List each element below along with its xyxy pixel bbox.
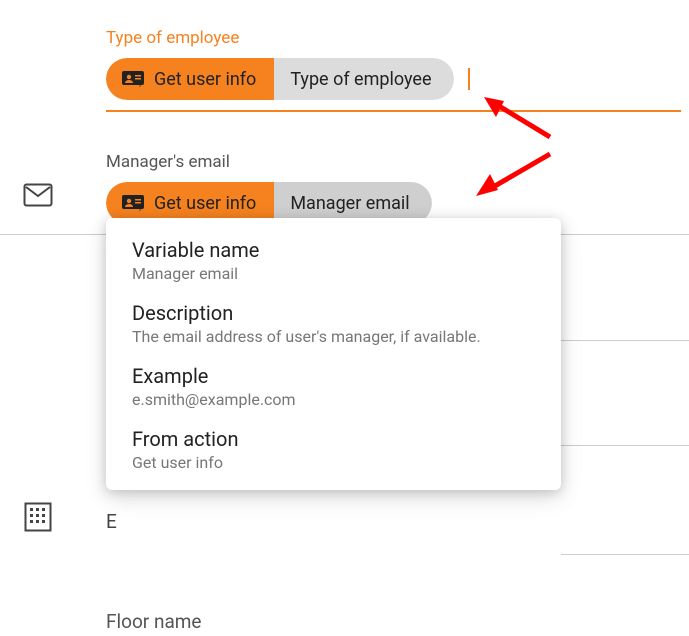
divider-line bbox=[561, 234, 689, 235]
field-label-managers-email: Manager's email bbox=[106, 152, 681, 172]
contact-card-icon: i bbox=[122, 195, 144, 211]
text-cursor bbox=[468, 68, 470, 90]
popup-description-label: Description bbox=[132, 301, 535, 325]
pill-action-label: Get user info bbox=[154, 193, 256, 214]
divider-line bbox=[561, 340, 689, 341]
divider-line bbox=[561, 445, 689, 446]
annotation-arrow-icon bbox=[480, 95, 560, 145]
popup-example-label: Example bbox=[132, 364, 535, 388]
variable-pill-type-of-employee[interactable]: i Get user info Type of employee bbox=[106, 58, 454, 100]
popup-fromaction-label: From action bbox=[132, 427, 535, 451]
contact-card-icon: i bbox=[122, 71, 144, 87]
svg-text:i: i bbox=[139, 82, 141, 87]
pill-variable-label: Manager email bbox=[290, 193, 409, 214]
svg-text:i: i bbox=[139, 206, 141, 211]
field-label-type-of-employee: Type of employee bbox=[106, 28, 681, 48]
annotation-arrow-icon bbox=[470, 148, 560, 203]
popup-example-value: e.smith@example.com bbox=[132, 390, 535, 409]
field-underline bbox=[106, 110, 681, 112]
popup-description-value: The email address of user's manager, if … bbox=[132, 327, 535, 346]
popup-varname-label: Variable name bbox=[132, 238, 535, 262]
field-label-floor-name: Floor name bbox=[106, 610, 202, 633]
partial-text: E bbox=[106, 510, 117, 533]
building-icon bbox=[20, 502, 56, 532]
variable-info-popup: Variable name Manager email Description … bbox=[106, 218, 561, 490]
divider-line bbox=[0, 234, 106, 235]
popup-fromaction-value: Get user info bbox=[132, 453, 535, 472]
divider-line bbox=[561, 554, 689, 555]
pill-action-label: Get user info bbox=[154, 69, 256, 90]
pill-variable-label: Type of employee bbox=[290, 69, 431, 90]
mail-icon bbox=[20, 183, 56, 207]
popup-varname-value: Manager email bbox=[132, 264, 535, 283]
